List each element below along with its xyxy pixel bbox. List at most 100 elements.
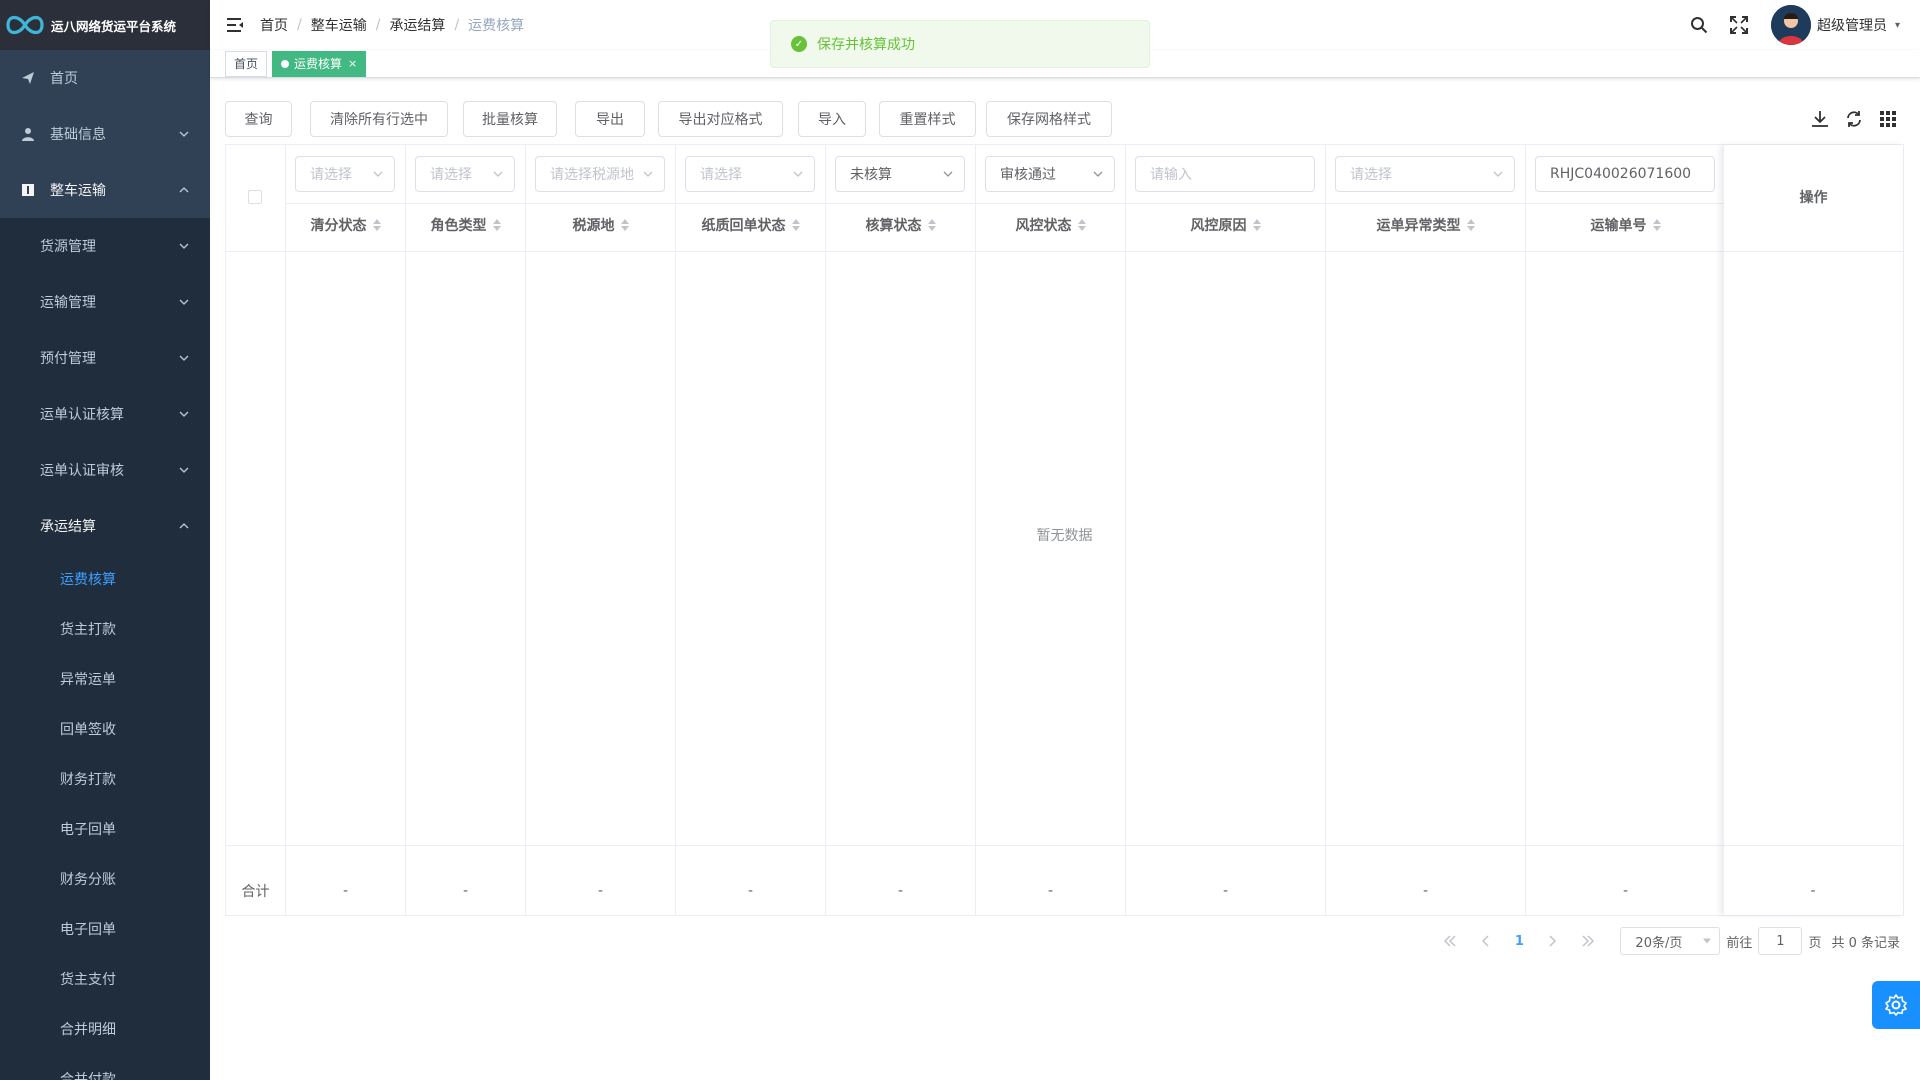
- filter-text: 请输入: [1150, 167, 1192, 183]
- export-button[interactable]: 导出: [575, 101, 645, 137]
- sidebar-item-home[interactable]: 首页: [0, 50, 210, 106]
- chevron-down-icon: [179, 411, 189, 417]
- filter-risk-status[interactable]: 审核通过: [985, 156, 1115, 192]
- sidebar-item-waybill-accounting[interactable]: 运单认证核算: [0, 386, 210, 442]
- sidebar-item-freight-accounting[interactable]: 运费核算: [0, 554, 210, 604]
- refresh-icon[interactable]: [1842, 107, 1866, 131]
- column-header-operation: 操作: [1799, 190, 1828, 206]
- hamburger-icon[interactable]: [210, 0, 260, 50]
- page-unit-label: 页: [1808, 935, 1822, 951]
- first-page-icon[interactable]: [1435, 927, 1465, 955]
- page-number[interactable]: 1: [1504, 927, 1534, 955]
- logo-icon: [4, 12, 46, 38]
- sidebar-item-whole-vehicle[interactable]: 整车运输: [0, 162, 210, 218]
- column-header-accounting-status[interactable]: 核算状态: [826, 203, 975, 247]
- sidebar-item-label: 货源管理: [40, 239, 96, 255]
- sort-icon[interactable]: [1252, 219, 1261, 231]
- save-grid-style-button[interactable]: 保存网格样式: [986, 101, 1112, 137]
- tag-home[interactable]: 首页: [225, 50, 268, 77]
- sidebar-item-abnormal-waybill[interactable]: 异常运单: [0, 654, 210, 704]
- sort-icon[interactable]: [492, 219, 501, 231]
- column-header-waybill-exception-type[interactable]: 运单异常类型: [1326, 203, 1525, 247]
- sidebar-item-carrier-settlement[interactable]: 承运结算: [0, 498, 210, 554]
- sort-icon[interactable]: [372, 219, 381, 231]
- column-header-paper-receipt-status[interactable]: 纸质回单状态: [676, 203, 825, 247]
- avatar[interactable]: [1770, 5, 1811, 45]
- close-icon[interactable]: ×: [348, 52, 357, 76]
- info-icon: [20, 182, 36, 198]
- column-header-risk-reason[interactable]: 风控原因: [1126, 203, 1325, 247]
- last-page-icon[interactable]: [1573, 927, 1603, 955]
- column-header-transport-number[interactable]: 运输单号: [1526, 203, 1725, 247]
- sort-icon[interactable]: [620, 219, 629, 231]
- sort-icon[interactable]: [927, 219, 936, 231]
- sort-icon[interactable]: [1466, 219, 1475, 231]
- user-name[interactable]: 超级管理员: [1817, 15, 1887, 35]
- column-header-settlement-status[interactable]: 清分状态: [286, 203, 405, 247]
- sidebar-submenu: 货源管理 运输管理 预付管理 运单认证核算 运单认证审核 承运结算 运费核算 货…: [0, 218, 210, 1080]
- sidebar-item-finance-payment[interactable]: 财务打款: [0, 754, 210, 804]
- toolbar-icons: [1798, 101, 1900, 137]
- filter-waybill-exception-type[interactable]: 请选择: [1335, 156, 1515, 192]
- breadcrumb-item[interactable]: 首页: [260, 15, 288, 35]
- grid-icon[interactable]: [1876, 107, 1900, 131]
- settings-gear-icon[interactable]: [1872, 981, 1920, 1029]
- tag-label: 运费核算: [294, 56, 343, 71]
- sort-icon[interactable]: [791, 219, 800, 231]
- page-size-select[interactable]: 20条/页: [1620, 927, 1721, 955]
- batch-accounting-button[interactable]: 批量核算: [463, 101, 557, 137]
- sidebar-item-label: 运单认证核算: [40, 407, 124, 423]
- filter-text: 请选择税源地: [550, 167, 634, 183]
- column-header-risk-status[interactable]: 风控状态: [976, 203, 1125, 247]
- sidebar-item-finance-split[interactable]: 财务分账: [0, 854, 210, 904]
- sidebar-item-receipt-signing[interactable]: 回单签收: [0, 704, 210, 754]
- sidebar-item-waybill-review[interactable]: 运单认证审核: [0, 442, 210, 498]
- download-icon[interactable]: [1808, 107, 1832, 131]
- sort-icon[interactable]: [1652, 219, 1661, 231]
- query-button[interactable]: 查询: [225, 101, 292, 137]
- filter-risk-reason-input[interactable]: 请输入: [1135, 156, 1315, 192]
- sidebar-item-e-receipt-2[interactable]: 电子回单: [0, 904, 210, 954]
- column-header-label: 角色类型: [430, 218, 487, 234]
- sidebar-item-merge-detail[interactable]: 合并明细: [0, 1004, 210, 1054]
- chevron-down-icon: [179, 243, 189, 249]
- select-all-checkbox[interactable]: [248, 190, 262, 204]
- reset-style-button[interactable]: 重置样式: [879, 101, 976, 137]
- sidebar-item-label: 首页: [50, 71, 78, 87]
- column-header-tax-source[interactable]: 税源地: [526, 203, 675, 247]
- next-page-icon[interactable]: [1537, 927, 1567, 955]
- sidebar-item-e-receipt[interactable]: 电子回单: [0, 804, 210, 854]
- sidebar-item-shipper-payment[interactable]: 货主打款: [0, 604, 210, 654]
- navbar-right: 超级管理员 ▾: [1679, 0, 1900, 50]
- filter-text: 审核通过: [1000, 167, 1056, 183]
- sidebar-item-cargo-source[interactable]: 货源管理: [0, 218, 210, 274]
- filter-role-type[interactable]: 请选择: [415, 156, 515, 192]
- filter-accounting-status[interactable]: 未核算: [835, 156, 965, 192]
- breadcrumb-item[interactable]: 承运结算: [389, 15, 445, 35]
- search-icon[interactable]: [1688, 14, 1710, 36]
- filter-paper-receipt-status[interactable]: 请选择: [685, 156, 815, 192]
- check-circle-icon: ✓: [791, 36, 807, 52]
- sidebar-item-merge-payment[interactable]: 合并付款: [0, 1054, 210, 1080]
- sidebar-item-shipper-pay[interactable]: 货主支付: [0, 954, 210, 1004]
- sidebar-item-basic-info[interactable]: 基础信息: [0, 106, 210, 162]
- filter-settlement-status[interactable]: 请选择: [295, 156, 395, 192]
- chevron-down-icon: [1493, 171, 1503, 177]
- caret-down-icon[interactable]: ▾: [1895, 20, 1900, 31]
- fullscreen-icon[interactable]: [1728, 14, 1750, 36]
- filter-tax-source[interactable]: 请选择税源地: [535, 156, 665, 192]
- export-format-button[interactable]: 导出对应格式: [658, 101, 783, 137]
- clear-selection-button[interactable]: 清除所有行选中: [310, 101, 448, 137]
- pagination: 1 20条/页 前往 页 共 0 条记录: [1432, 926, 1900, 956]
- sidebar-item-prepay[interactable]: 预付管理: [0, 330, 210, 386]
- prev-page-icon[interactable]: [1471, 927, 1501, 955]
- import-button[interactable]: 导入: [798, 101, 866, 137]
- sidebar-item-transport[interactable]: 运输管理: [0, 274, 210, 330]
- sort-icon[interactable]: [1077, 219, 1086, 231]
- goto-page-input[interactable]: [1758, 927, 1803, 955]
- filter-transport-number-input[interactable]: RHJC040026071600: [1535, 156, 1715, 192]
- breadcrumb-item[interactable]: 整车运输: [311, 15, 367, 35]
- sidebar-settlement-submenu: 运费核算 货主打款 异常运单 回单签收 财务打款 电子回单 财务分账 电子回单 …: [0, 554, 210, 1080]
- column-header-role-type[interactable]: 角色类型: [406, 203, 525, 247]
- tag-freight-accounting[interactable]: 运费核算 ×: [272, 50, 367, 77]
